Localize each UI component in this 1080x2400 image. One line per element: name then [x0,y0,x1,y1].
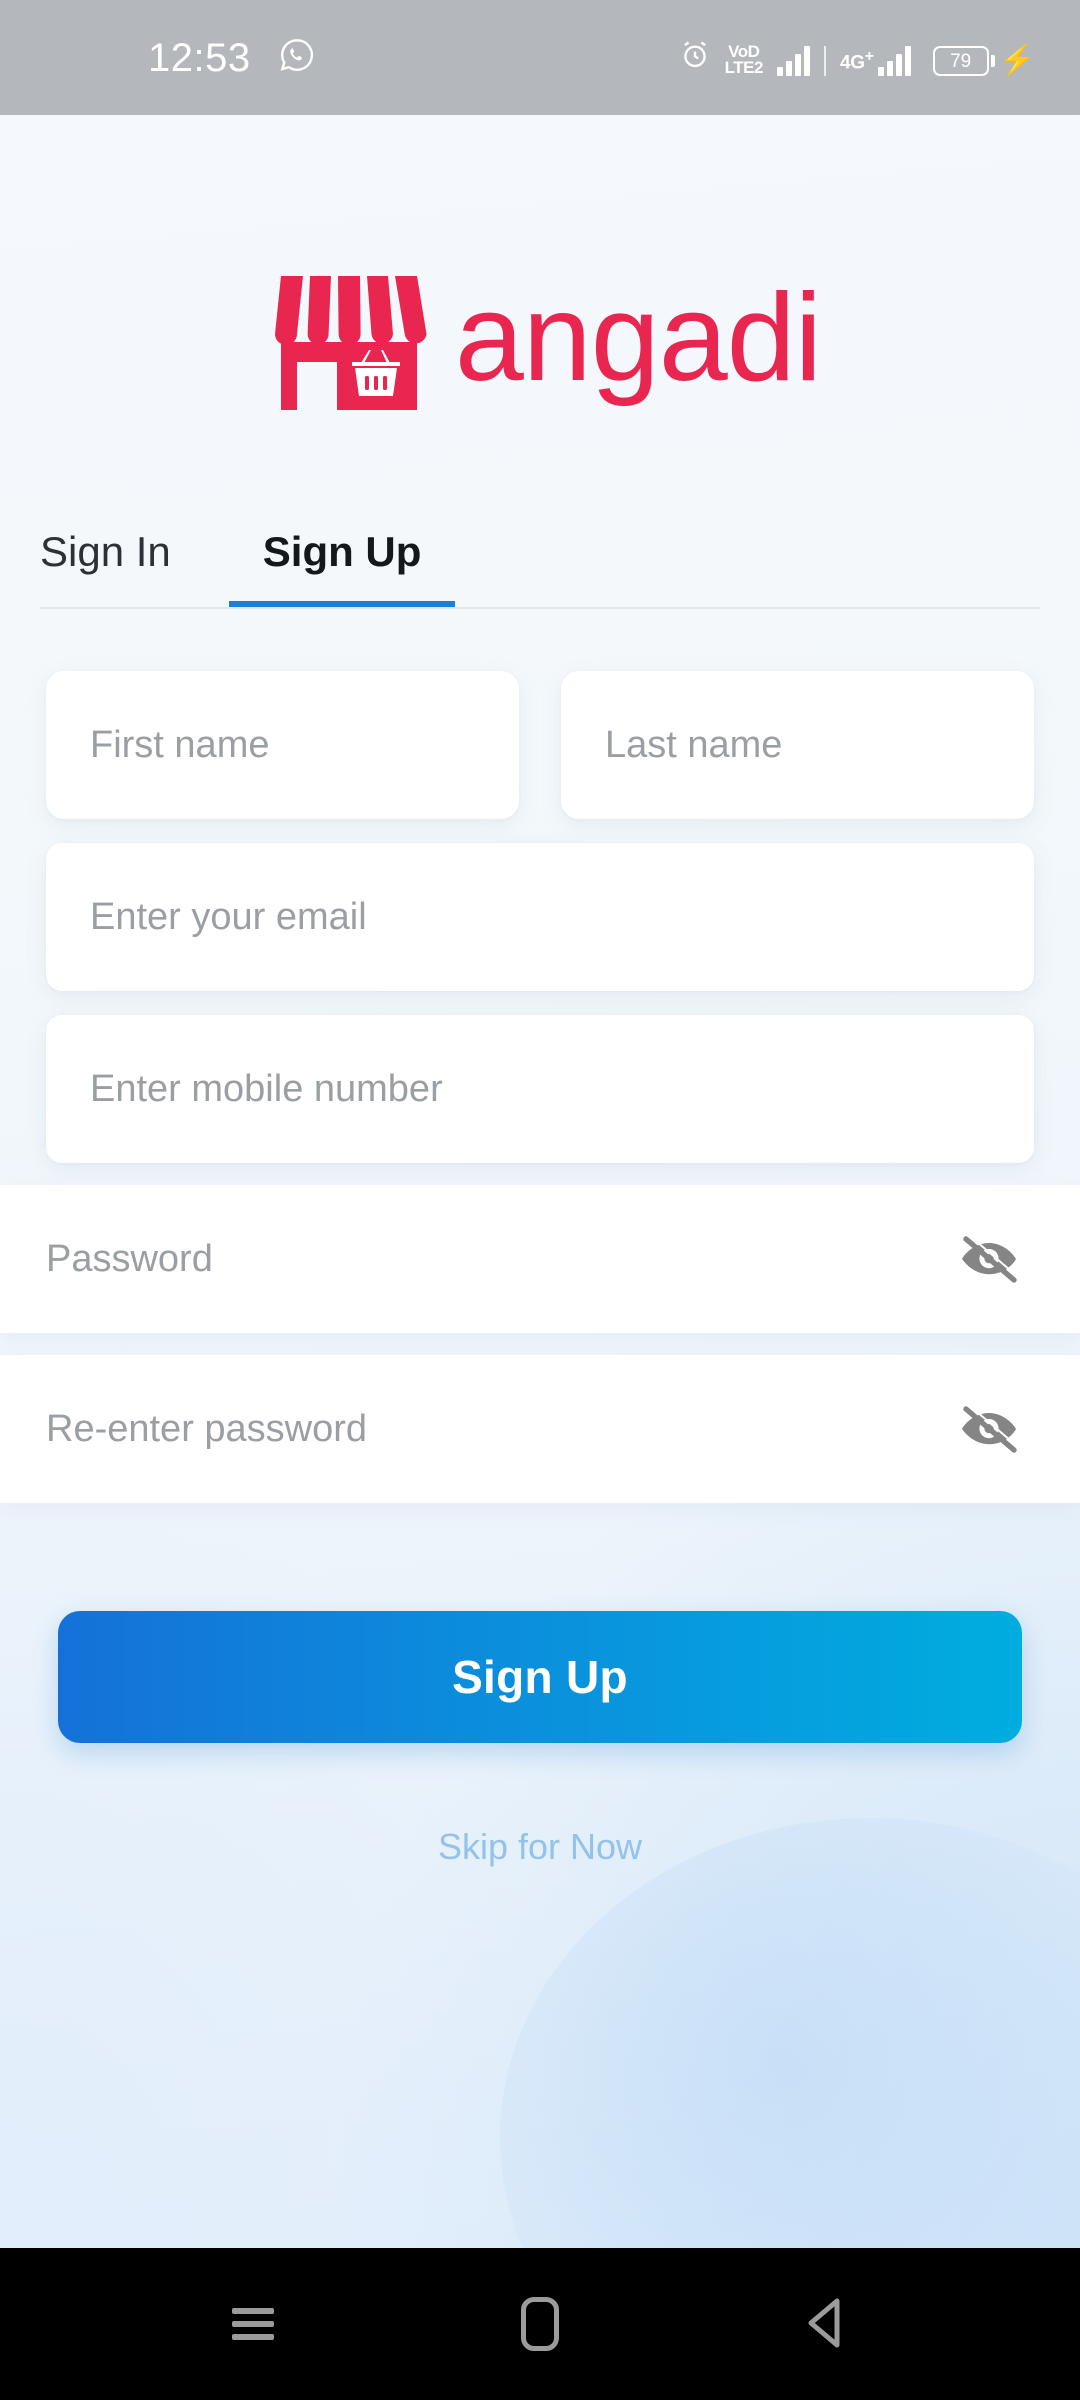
status-bar: 12:53 VoD LTE2 4G+ 79 ⚡ [0,0,1080,115]
eye-off-icon [954,1401,1024,1457]
home-icon[interactable] [480,2264,600,2384]
whatsapp-icon [279,37,315,78]
home-glyph [520,2297,559,2351]
battery-level-label: 79 [932,46,989,76]
signup-screen: angadi Sign In Sign Up First name Last n… [0,115,1080,2248]
volte-line-2: LTE2 [724,57,764,77]
mobile-placeholder: Enter mobile number [90,1068,443,1110]
name-row: First name Last name [0,671,1080,819]
status-bar-left: 12:53 [148,37,315,78]
status-bar-right: VoD LTE2 4G+ 79 ⚡ [679,39,1036,76]
sign-up-button[interactable]: Sign Up [58,1611,1022,1743]
battery-tip [990,55,995,67]
charging-bolt-icon: ⚡ [998,44,1036,77]
android-navigation-bar [0,2248,1080,2400]
password-input[interactable]: Password [0,1185,1080,1333]
battery-indicator: 79 ⚡ [932,44,1036,77]
tab-sign-up[interactable]: Sign Up [228,531,456,607]
last-name-input[interactable]: Last name [561,671,1034,819]
brand-wordmark: angadi [454,269,822,407]
phone-screen: 12:53 VoD LTE2 4G+ 79 ⚡ angadi Sign In S… [0,0,1080,2400]
status-clock: 12:53 [148,35,251,80]
auth-tabs: Sign In Sign Up [40,513,1040,609]
skip-for-now-link[interactable]: Skip for Now [438,1829,642,1865]
first-name-placeholder: First name [90,724,270,766]
signup-form: First name Last name Enter your email En… [0,671,1080,1503]
back-glyph [799,2293,855,2356]
alarm-clock-icon [679,39,711,76]
skip-area: Skip for Now [0,1829,1080,1865]
password-visibility-toggle[interactable] [954,1231,1024,1287]
sim2-network-group: 4G+ [840,46,911,76]
back-icon[interactable] [767,2264,887,2384]
signal-divider [823,46,826,76]
volte-indicator: VoD LTE2 [724,43,764,77]
sim1-signal-icon [776,46,810,76]
confirm-password-input[interactable]: Re-enter password [0,1355,1080,1503]
last-name-placeholder: Last name [605,724,783,766]
network-type-label: 4G+ [839,47,874,73]
brand-logo: angadi [0,115,1080,445]
confirm-password-visibility-toggle[interactable] [954,1401,1024,1457]
sim2-signal-icon [877,46,911,76]
email-placeholder: Enter your email [90,896,367,938]
first-name-input[interactable]: First name [46,671,519,819]
recents-menu-glyph [232,2301,275,2347]
tab-sign-in[interactable]: Sign In [40,531,171,607]
recents-menu-icon[interactable] [193,2264,313,2384]
mobile-input[interactable]: Enter mobile number [46,1015,1034,1163]
password-placeholder: Password [46,1238,213,1280]
submit-area: Sign Up [0,1611,1080,1743]
email-input[interactable]: Enter your email [46,843,1034,991]
confirm-password-placeholder: Re-enter password [46,1408,368,1450]
storefront-icon [259,250,439,410]
eye-off-icon [954,1231,1024,1287]
